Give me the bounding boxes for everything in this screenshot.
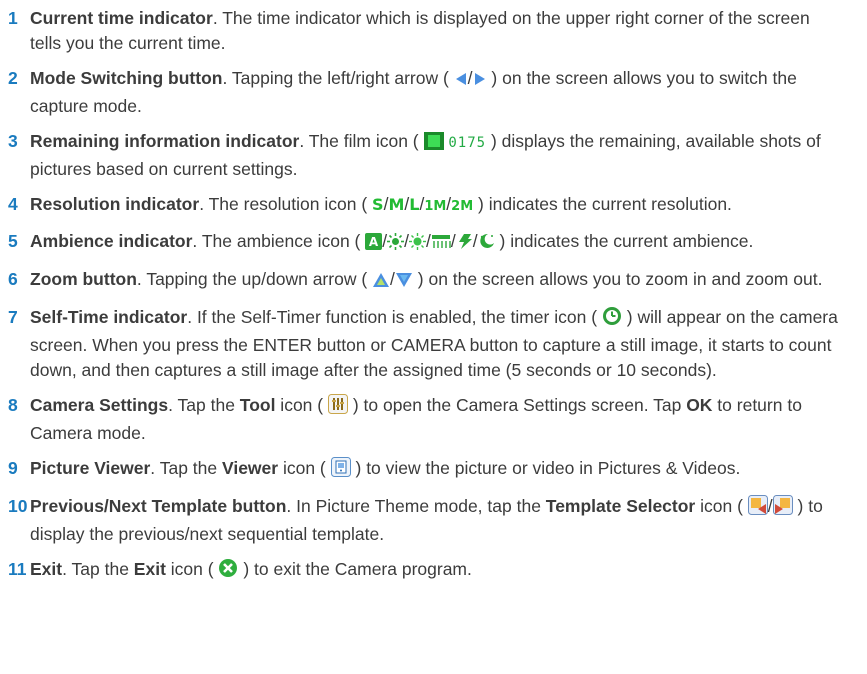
item-body: . Tap the <box>62 559 134 579</box>
list-item: 5 Ambience indicator. The ambience icon … <box>0 229 867 257</box>
list-item: 1 Current time indicator. The time indic… <box>0 6 867 56</box>
shots-remaining: 0175 <box>448 135 487 151</box>
list-item: 7 Self-Time indicator. If the Self-Timer… <box>0 305 867 383</box>
template-prev-icon <box>747 495 768 522</box>
list-item: 4 Resolution indicator. The resolution i… <box>0 192 867 219</box>
item-number: 9 <box>8 458 18 478</box>
left-arrow-icon <box>454 69 468 94</box>
item-number: 2 <box>8 68 18 88</box>
zoom-down-icon <box>395 270 413 295</box>
item-number: 4 <box>8 194 18 214</box>
template-selector-label: Template Selector <box>545 496 696 516</box>
list-item: 10 Previous/Next Template button. In Pic… <box>0 494 867 547</box>
item-number: 6 <box>8 269 18 289</box>
item-number: 11 <box>8 559 27 579</box>
item-body: . Tapping the left/right arrow ( <box>222 68 449 88</box>
resolution-1m-icon: 1M <box>424 199 447 214</box>
item-number: 3 <box>8 131 18 151</box>
item-body: . Tap the <box>150 458 222 478</box>
item-text: Current time indicator. The time indicat… <box>30 6 840 56</box>
item-body-end: ) on the screen allows you to zoom in an… <box>417 269 823 289</box>
item-body: . Tap the <box>168 395 240 415</box>
film-icon <box>423 132 444 157</box>
item-number: 8 <box>8 395 18 415</box>
right-arrow-icon <box>473 69 487 94</box>
resolution-2m-icon: 2M <box>451 199 474 214</box>
item-title: Picture Viewer <box>30 458 151 478</box>
svg-text:A: A <box>369 235 379 249</box>
item-body-end: ) indicates the current ambience. <box>499 231 754 251</box>
tungsten-icon <box>456 232 473 257</box>
item-number: 1 <box>8 8 18 28</box>
item-number: 5 <box>8 231 18 251</box>
item-body-3: ) to open the Camera Settings screen. Ta… <box>352 395 687 415</box>
timer-icon <box>602 306 622 333</box>
list-item: 8 Camera Settings. Tap the Tool icon ( )… <box>0 393 867 446</box>
viewer-icon <box>330 457 351 484</box>
item-body: . In Picture Theme mode, tap the <box>286 496 546 516</box>
item-body-2: icon ( <box>700 496 743 516</box>
item-body-2: icon ( <box>165 559 214 579</box>
item-text: Remaining information indicator. The fil… <box>30 129 840 182</box>
list-item: 3 Remaining information indicator. The f… <box>0 129 867 182</box>
item-body: . The ambience icon ( <box>192 231 361 251</box>
fluorescent-icon <box>431 232 451 257</box>
item-title: Previous/Next Template button <box>30 496 287 516</box>
list-item: 2 Mode Switching button. Tapping the lef… <box>0 66 867 119</box>
item-number: 10 <box>8 496 28 516</box>
resolution-m-icon: M <box>388 195 405 214</box>
item-text: Resolution indicator. The resolution ico… <box>30 194 732 214</box>
item-title: Camera Settings <box>30 395 169 415</box>
item-title: Remaining information indicator <box>30 131 300 151</box>
item-text: Picture Viewer. Tap the Viewer icon ( ) … <box>30 456 840 484</box>
item-body: . Tapping the up/down arrow ( <box>136 269 368 289</box>
item-title: Ambience indicator <box>30 231 193 251</box>
item-text: Exit. Tap the Exit icon ( ) to exit the … <box>30 557 840 585</box>
zoom-up-icon <box>372 270 390 295</box>
exit-icon <box>218 558 238 585</box>
list-item: 6 Zoom button. Tapping the up/down arrow… <box>0 267 867 295</box>
sunny-icon <box>387 232 405 257</box>
list-item: 9 Picture Viewer. Tap the Viewer icon ( … <box>0 456 867 484</box>
night-icon <box>478 232 495 257</box>
bright-icon <box>409 232 426 257</box>
template-next-icon <box>772 495 793 522</box>
exit-label: Exit <box>133 559 166 579</box>
item-body-end: ) indicates the current resolution. <box>478 194 732 214</box>
list-item: 11 Exit. Tap the Exit icon ( ) to exit t… <box>0 557 867 585</box>
item-body: . The resolution icon ( <box>199 194 368 214</box>
tool-label: Tool <box>239 395 276 415</box>
item-text: Previous/Next Template button. In Pictur… <box>30 495 823 544</box>
item-body-2: icon ( <box>278 458 326 478</box>
tool-icon <box>327 394 348 421</box>
item-text: Self-Time indicator. If the Self-Timer f… <box>30 305 840 383</box>
item-body: . The film icon ( <box>299 131 419 151</box>
item-body-2: icon ( <box>275 395 324 415</box>
item-title: Self-Time indicator <box>30 307 188 327</box>
viewer-label: Viewer <box>221 458 279 478</box>
resolution-s-icon: S <box>372 195 384 214</box>
item-title: Mode Switching button <box>30 68 223 88</box>
item-body-3: ) to exit the Camera program. <box>243 559 472 579</box>
item-text: Mode Switching button. Tapping the left/… <box>30 68 797 116</box>
resolution-l-icon: L <box>409 195 420 214</box>
item-text: Ambience indicator. The ambience icon ( … <box>30 229 840 257</box>
item-title: Resolution indicator <box>30 194 200 214</box>
item-title: Zoom button <box>30 269 137 289</box>
item-text: Zoom button. Tapping the up/down arrow (… <box>30 267 840 295</box>
item-body-3: ) to view the picture or video in Pictur… <box>355 458 741 478</box>
auto-ambience-icon: A <box>365 232 383 257</box>
item-body: . If the Self-Timer function is enabled,… <box>187 307 598 327</box>
item-title: Current time indicator <box>30 8 213 28</box>
item-text: Camera Settings. Tap the Tool icon ( ) t… <box>30 393 840 446</box>
ok-label: OK <box>686 395 713 415</box>
item-number: 7 <box>8 307 18 327</box>
